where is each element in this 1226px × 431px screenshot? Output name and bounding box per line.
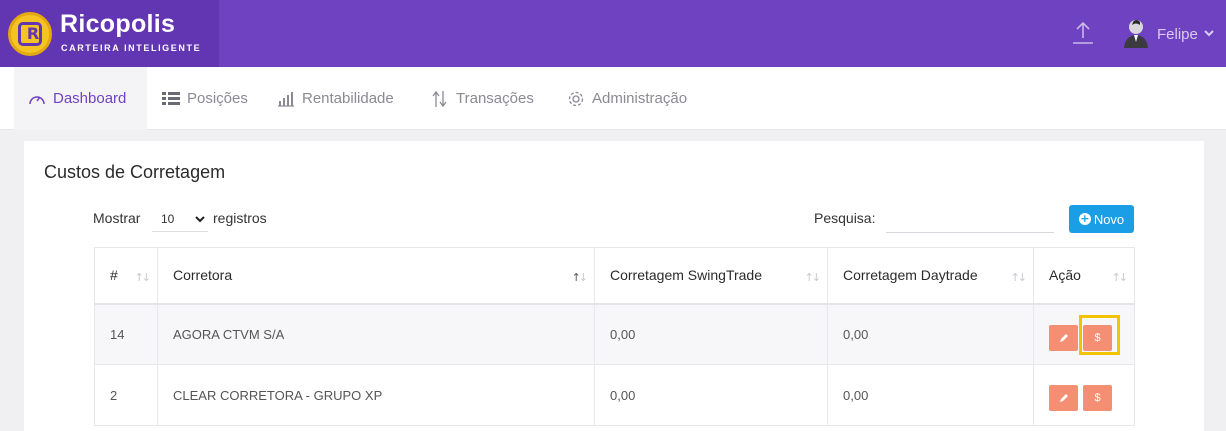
cell-id: 14 <box>94 303 158 365</box>
nav-item-dashboard[interactable]: Dashboard <box>14 67 147 130</box>
sort-asc-icon: ↑↓ <box>571 271 589 284</box>
pencil-icon <box>1059 333 1068 342</box>
user-name[interactable]: Felipe <box>1157 26 1198 43</box>
chevron-down-icon[interactable] <box>1203 28 1215 38</box>
nav-item-transacoes[interactable]: Transações <box>431 67 534 130</box>
logo-letter: R <box>26 24 40 43</box>
chevron-down-icon <box>195 216 205 223</box>
column-header-action[interactable]: Ação ↑↓ <box>1033 247 1135 305</box>
column-header-id[interactable]: # ↑↓ <box>94 247 158 305</box>
card-title: Custos de Corretagem <box>44 162 226 182</box>
nav-label-posicoes: Posições <box>187 90 248 107</box>
nav-label-rentabilidade: Rentabilidade <box>302 90 394 107</box>
brand-title: Ricopolis <box>60 10 176 38</box>
sort-icon: ↑↓ <box>1111 271 1129 284</box>
new-button-label: Novo <box>1093 211 1125 227</box>
brand-logo[interactable]: R Ricopolis CARTEIRA INTELIGENTE <box>0 0 219 67</box>
search-input[interactable] <box>886 207 1054 233</box>
pencil-icon <box>1059 394 1068 402</box>
cell-id: 2 <box>94 364 158 426</box>
column-header-daytrade[interactable]: Corretagem Daytrade ↑↓ <box>827 247 1034 305</box>
column-header-broker[interactable]: Corretora ↑↓ <box>157 247 595 305</box>
brand-subtitle: CARTEIRA INTELIGENTE <box>61 43 202 53</box>
page-length-select[interactable]: 10 <box>152 206 208 232</box>
search-label: Pesquisa: <box>814 210 876 226</box>
page-length-value: 10 <box>161 212 175 226</box>
bar-chart-icon <box>278 91 294 107</box>
cell-daytrade: 0,00 <box>827 303 1034 365</box>
sort-icon: ↑↓ <box>1010 271 1028 284</box>
brokerage-costs-card: Custos de Corretagem Mostrar 10 registro… <box>24 141 1204 431</box>
gear-icon <box>568 91 584 106</box>
top-bar: R Ricopolis CARTEIRA INTELIGENTE Felipe <box>0 0 1226 67</box>
cell-daytrade: 0,00 <box>827 364 1034 426</box>
new-button[interactable]: + Novo <box>1069 205 1134 233</box>
sort-icon: ↑↓ <box>804 271 822 284</box>
nav-label-dashboard: Dashboard <box>53 90 127 107</box>
plus-circle-icon: + <box>1078 212 1091 225</box>
cell-broker: CLEAR CORRETORA - GRUPO XP <box>157 364 595 426</box>
brokerage-table: # ↑↓ Corretora ↑↓ Corretagem SwingTrade ↑↓ … <box>94 247 1135 426</box>
sort-icon: ↑↓ <box>134 271 152 284</box>
edit-button[interactable] <box>1049 385 1078 411</box>
gauge-icon <box>29 95 45 104</box>
cell-swingtrade: 0,00 <box>594 303 828 365</box>
cell-swingtrade: 0,00 <box>594 364 828 426</box>
cell-broker: AGORA CTVM S/A <box>157 303 595 365</box>
nav-item-posicoes[interactable]: Posições <box>162 67 248 130</box>
column-header-swingtrade[interactable]: Corretagem SwingTrade ↑↓ <box>594 247 828 305</box>
records-label: registros <box>213 210 267 226</box>
main-nav: Dashboard Posições Rentabilidade Transaç… <box>0 67 1226 130</box>
dollar-icon: $ <box>1094 331 1101 344</box>
edit-button[interactable] <box>1049 324 1078 351</box>
cell-actions: $ <box>1033 303 1135 365</box>
nav-label-administracao: Administração <box>592 90 688 107</box>
table-row: 2 CLEAR CORRETORA - GRUPO XP 0,00 0,00 $ <box>94 364 1135 426</box>
nav-item-rentabilidade[interactable]: Rentabilidade <box>277 67 394 130</box>
brokerage-cost-button[interactable]: $ <box>1083 385 1112 411</box>
show-label: Mostrar <box>93 210 141 226</box>
table-row: 14 AGORA CTVM S/A 0,00 0,00 $ <box>94 303 1135 365</box>
table-list-icon <box>162 91 180 105</box>
nav-label-transacoes: Transações <box>456 90 534 107</box>
cell-actions: $ <box>1033 364 1135 426</box>
upload-icon[interactable] <box>1070 20 1096 46</box>
brokerage-cost-button[interactable]: $ <box>1083 324 1112 351</box>
transfer-arrows-icon <box>432 90 447 107</box>
user-avatar-icon[interactable] <box>1122 18 1150 48</box>
dollar-icon: $ <box>1094 392 1101 404</box>
logo-icon: R <box>8 12 52 56</box>
nav-item-administracao[interactable]: Administração <box>567 67 687 130</box>
table-header-row: # ↑↓ Corretora ↑↓ Corretagem SwingTrade ↑↓ … <box>94 247 1135 305</box>
